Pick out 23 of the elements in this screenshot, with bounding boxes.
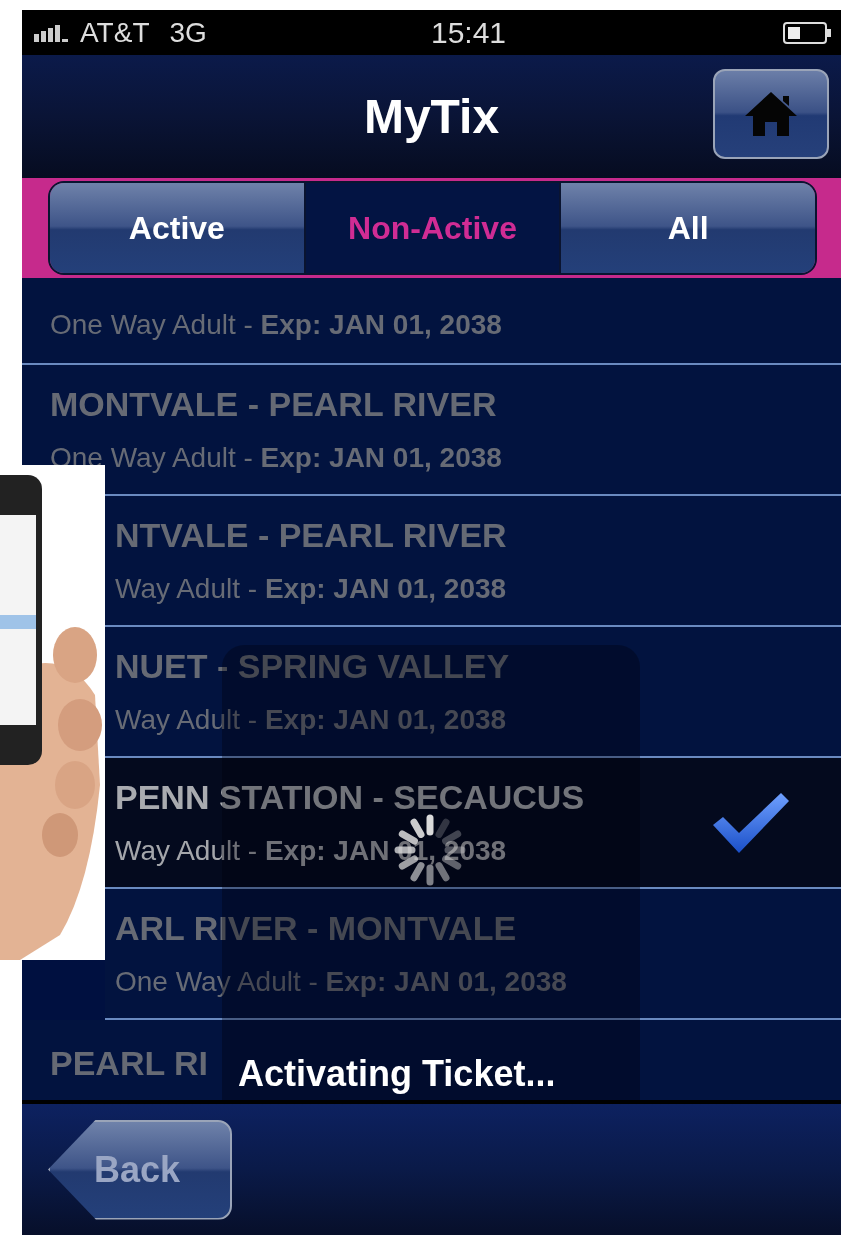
ticket-detail: Way Adult - Exp: JAN 01, 2038 (115, 704, 508, 736)
segment-tab[interactable]: Non-Active (305, 183, 562, 273)
screen-title: MyTix (363, 89, 500, 144)
network-label: 3G (169, 16, 207, 49)
ticket-detail: Way Adult - Exp: JAN 01, 2038 (115, 573, 507, 605)
clock-time: 15:41 (430, 15, 507, 50)
house-icon (743, 90, 799, 138)
ticket-route: ARL RIVER - MONTVALE (115, 909, 518, 948)
activating-message: Activating Ticket... (238, 1053, 556, 1095)
ticket-route: PENN STATION - SECAUCUS (115, 778, 585, 817)
ticket-route: MONTVALE - PEARL RIVER (50, 385, 498, 424)
back-button[interactable]: Back (48, 1119, 232, 1220)
ticket-route: NUET - SPRING VALLEY (115, 647, 510, 686)
home-button[interactable] (713, 69, 829, 159)
ticket-route: NTVALE - PEARL RIVER (115, 516, 507, 555)
segment-tab[interactable]: Active (50, 183, 306, 273)
carrier-label: AT&T (80, 16, 150, 49)
ticket-detail: One Way Adult - Exp: JAN 01, 2038 (115, 966, 567, 998)
checkmark-icon (711, 790, 791, 855)
battery-icon (783, 20, 833, 45)
ticket-route: PEARL RI (50, 1044, 209, 1083)
segment-tab[interactable]: All (561, 183, 815, 273)
ticket-detail: One Way Adult - Exp: JAN 01, 2038 (50, 309, 502, 341)
